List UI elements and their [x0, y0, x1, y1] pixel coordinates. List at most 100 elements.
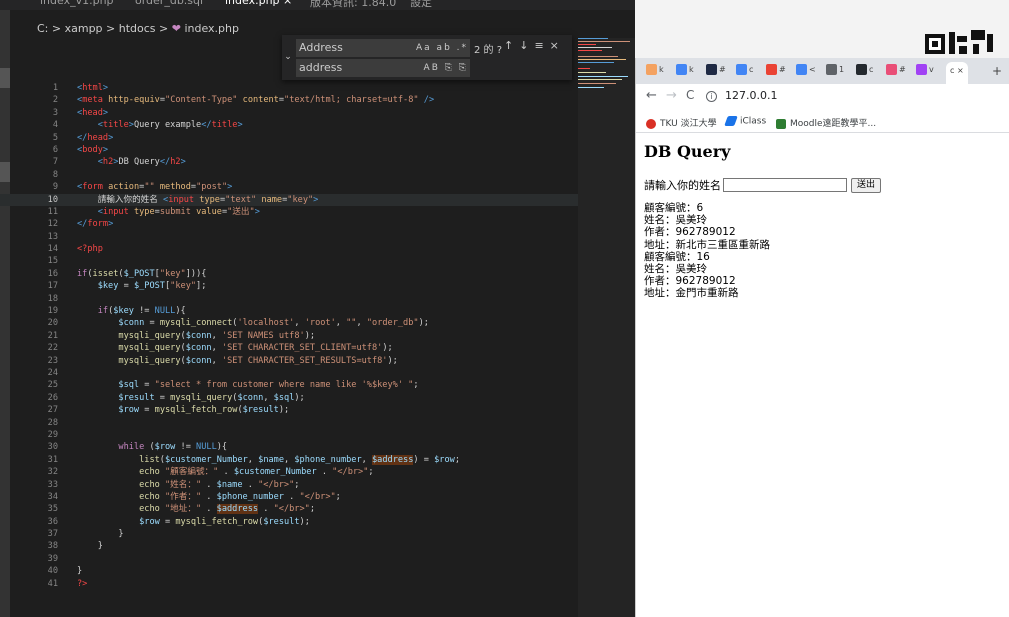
back-icon[interactable]: ←	[646, 88, 657, 103]
find-input[interactable]: Address Aa ab .*	[296, 39, 470, 57]
browser-tab-4[interactable]: c	[736, 64, 753, 80]
browser-tab-6[interactable]: <	[796, 64, 816, 80]
code-line[interactable]: 10 請輸入你的姓名 <input type="text" name="key"…	[0, 193, 578, 206]
code-line[interactable]: 16 if(isset($_POST["key"])){	[0, 268, 578, 280]
code-line[interactable]: 23 mysqli_query($conn, 'SET CHARACTER_SE…	[0, 355, 578, 367]
line-number: 16	[47, 268, 58, 279]
submit-button[interactable]: 送出	[851, 177, 882, 193]
line-number: 14	[47, 244, 58, 255]
code-text: echo "姓名：" . $name . "</br>";	[139, 479, 300, 490]
line-number: 41	[47, 578, 58, 589]
code-line[interactable]: 5 </head>	[0, 132, 578, 144]
bookmarks-bar: TKU 淡江大學 iClass Moodle遠距教學平...	[636, 111, 1009, 133]
editor-tab-index-v1[interactable]: index_v1.php	[40, 0, 114, 10]
code-line[interactable]: 40}	[0, 565, 578, 577]
browser-tab-2[interactable]: k	[676, 64, 694, 80]
code-line[interactable]: 11 <input type=submit value="送出">	[0, 206, 578, 218]
code-line[interactable]: 14 <?php	[0, 243, 578, 255]
query-results: 顧客編號：6 姓名：吳美玲 作者：962789012 地址：新北市三重區重新路 …	[644, 202, 1004, 300]
code-text: <input type=submit value="送出">	[97, 206, 260, 217]
browser-tab-5[interactable]: #	[766, 64, 786, 80]
browser-tab-8[interactable]: c	[856, 64, 873, 80]
query-form: 請輸入你的姓名 送出	[644, 177, 1004, 193]
code-line[interactable]: 27 $row = mysqli_fetch_row($result);	[0, 404, 578, 416]
code-line[interactable]: 15	[0, 255, 578, 267]
code-line[interactable]: 6 <body>	[0, 144, 578, 156]
breadcrumb-file[interactable]: index.php	[184, 22, 239, 35]
code-line[interactable]: 2 <meta http-equiv="Content-Type" content…	[0, 94, 578, 106]
browser-tab-3[interactable]: #	[706, 64, 726, 80]
code-line[interactable]: 39	[0, 553, 578, 565]
code-line[interactable]: 41 ?>	[0, 578, 578, 590]
code-line[interactable]: 32 echo "顧客編號：" . $customer_Number . "</…	[0, 466, 578, 478]
close-icon[interactable]: ×	[550, 39, 565, 52]
bookmark-iclass[interactable]: iClass	[724, 116, 766, 127]
browser-tab-9[interactable]: #	[886, 64, 906, 80]
line-number: 32	[47, 467, 58, 478]
replace-options[interactable]: AB ⎘ ⎘	[424, 59, 468, 77]
line-number: 36	[47, 516, 58, 527]
toggle-replace-icon[interactable]: ⌄	[282, 35, 294, 80]
bookmark-moodle[interactable]: Moodle遠距教學平...	[776, 116, 876, 129]
code-line[interactable]: 13	[0, 231, 578, 243]
line-number: 13	[47, 231, 58, 242]
code-line[interactable]: 18	[0, 293, 578, 305]
browser-tab-7[interactable]: 1	[826, 64, 844, 80]
code-line[interactable]: 7 <h2>DB Query</h2>	[0, 156, 578, 168]
code-line[interactable]: 12 </form>	[0, 218, 578, 230]
line-number: 39	[47, 553, 58, 564]
code-line[interactable]: 29	[0, 429, 578, 441]
page-title: DB Query	[644, 142, 731, 161]
breadcrumb-path[interactable]: C: > xampp > htdocs >	[37, 22, 172, 35]
forward-icon[interactable]: →	[666, 88, 677, 103]
code-line[interactable]: 9 <form action="" method="post">	[0, 181, 578, 193]
line-number: 31	[47, 454, 58, 465]
code-line[interactable]: 38 }	[0, 540, 578, 552]
code-text: list($customer_Number, $name, $phone_num…	[139, 454, 460, 465]
code-line[interactable]: 20 $conn = mysqli_connect('localhost', '…	[0, 317, 578, 329]
code-line[interactable]: 17 $key = $_POST["key"];	[0, 280, 578, 292]
code-line[interactable]: 25 $sql = "select * from customer where …	[0, 379, 578, 391]
find-options[interactable]: Aa ab .*	[416, 39, 468, 57]
code-line[interactable]: 28	[0, 417, 578, 429]
editor-tab-release-notes[interactable]: 版本資訊: 1.84.0	[310, 0, 396, 10]
reload-icon[interactable]: C	[686, 88, 694, 102]
address-bar[interactable]: i 127.0.0.1	[706, 89, 777, 102]
code-line[interactable]: 35 echo "地址：" . $address . "</br>";	[0, 503, 578, 515]
code-line[interactable]: 21 mysqli_query($conn, 'SET NAMES utf8')…	[0, 330, 578, 342]
browser-tab-active[interactable]: c ×	[946, 62, 968, 84]
code-line[interactable]: 1 <html>	[0, 82, 578, 94]
code-line[interactable]: 26 $result = mysqli_query($conn, $sql);	[0, 392, 578, 404]
find-navigation: ↑↓≡×	[504, 39, 565, 52]
editor-tab-index[interactable]: index.php ×	[225, 0, 292, 10]
line-number: 19	[47, 306, 58, 317]
replace-input[interactable]: address AB ⎘ ⎘	[296, 59, 470, 77]
previous-match-icon[interactable]: ↑	[504, 39, 519, 52]
browser-tab-1[interactable]: k	[646, 64, 664, 80]
code-line[interactable]: 22 mysqli_query($conn, 'SET CHARACTER_SE…	[0, 342, 578, 354]
code-line[interactable]: 4 <title>Query example</title>	[0, 119, 578, 131]
name-input[interactable]	[723, 178, 847, 192]
code-line[interactable]: 3 <head>	[0, 107, 578, 119]
code-line[interactable]: 19 if($key != NULL){	[0, 305, 578, 317]
browser-toolbar: ← → C i 127.0.0.1	[636, 84, 1009, 111]
code-line[interactable]: 37 }	[0, 528, 578, 540]
find-in-selection-icon[interactable]: ≡	[534, 39, 549, 52]
browser-tab-10[interactable]: v	[916, 64, 934, 80]
code-line[interactable]: 8	[0, 169, 578, 181]
code-line[interactable]: 36 $row = mysqli_fetch_row($result);	[0, 516, 578, 528]
code-area[interactable]: 1 <html> 2 <meta http-equiv="Content-Type" …	[0, 82, 578, 590]
editor-tab-settings[interactable]: 設定	[410, 0, 432, 10]
code-line[interactable]: 34 echo "作者：" . $phone_number . "</br>";	[0, 491, 578, 503]
info-icon[interactable]: i	[706, 91, 717, 102]
code-line[interactable]: 31 list($customer_Number, $name, $phone_…	[0, 454, 578, 466]
code-text: </form>	[77, 219, 114, 230]
editor-tab-order-db[interactable]: order_db.sql	[135, 0, 203, 10]
code-line[interactable]: 30 while ($row != NULL){	[0, 441, 578, 453]
bookmark-tku[interactable]: TKU 淡江大學	[646, 116, 717, 129]
new-tab-icon[interactable]: +	[992, 64, 1002, 80]
code-line[interactable]: 33 echo "姓名：" . $name . "</br>";	[0, 479, 578, 491]
minimap[interactable]	[578, 38, 635, 617]
code-line[interactable]: 24	[0, 367, 578, 379]
next-match-icon[interactable]: ↓	[519, 39, 534, 52]
